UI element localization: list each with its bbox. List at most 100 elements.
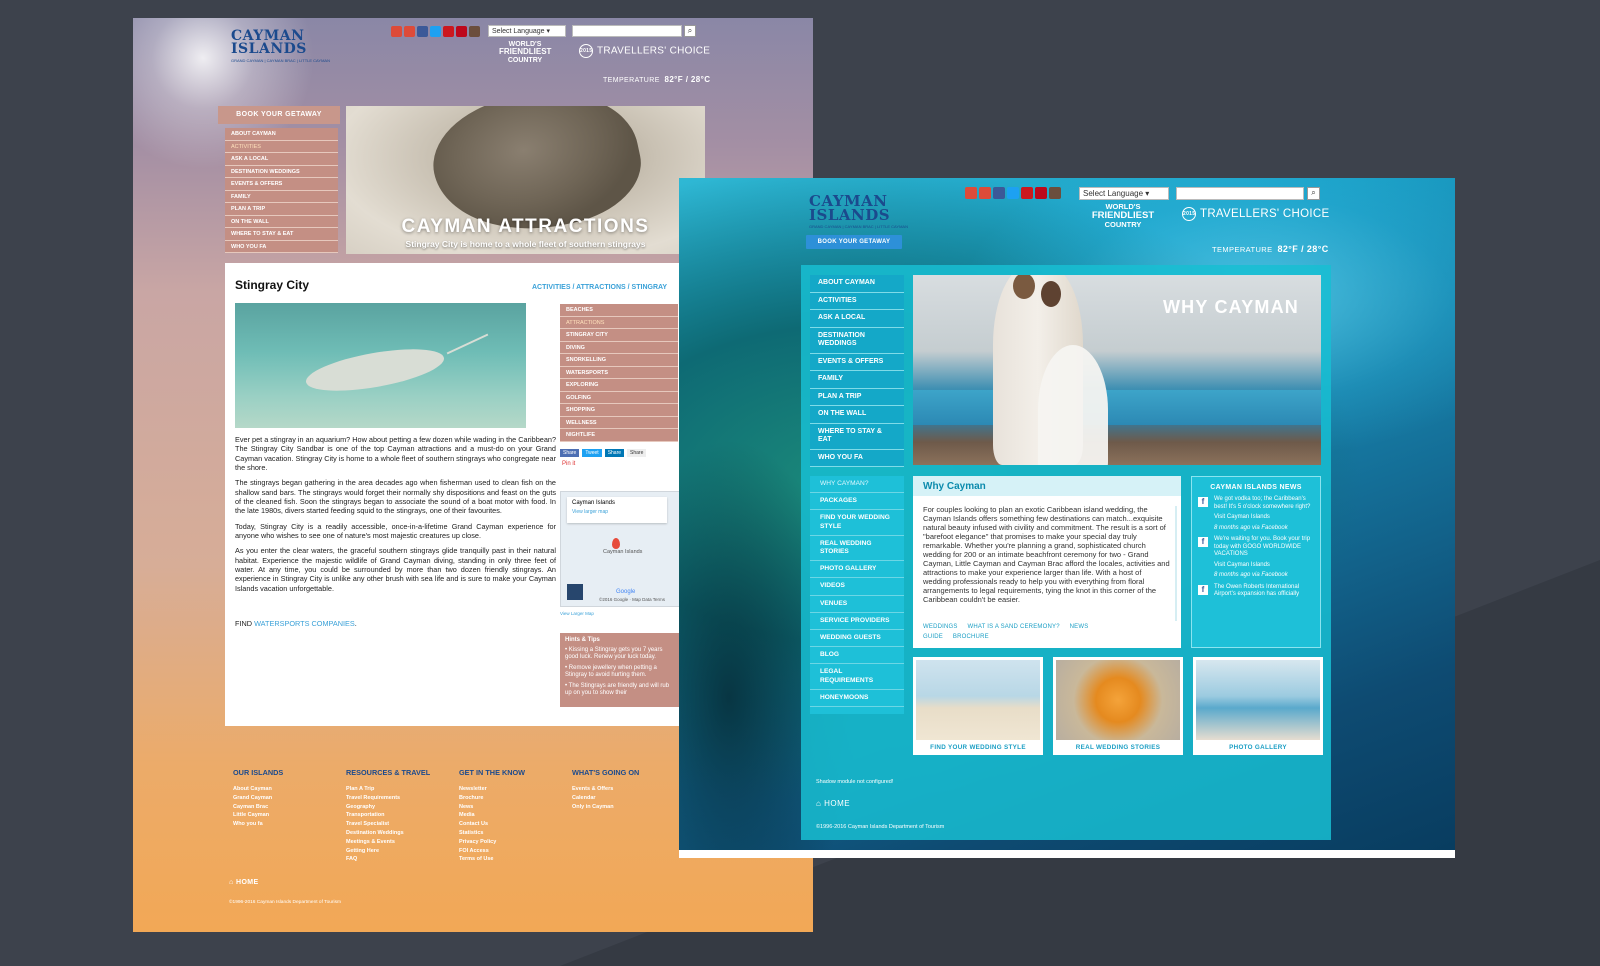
footer-link[interactable]: About Cayman [233,785,313,794]
youtube-icon[interactable] [443,26,454,37]
breadcrumb[interactable]: ACTIVITIES / ATTRACTIONS / STINGRAY [532,284,667,291]
footer-link[interactable]: Privacy Policy [459,838,539,847]
youtube-icon[interactable] [1021,187,1033,199]
twitter-icon[interactable] [1007,187,1019,199]
footer-link[interactable]: FAQ [346,855,426,864]
tile-photo-gallery[interactable]: PHOTO GALLERY [1193,657,1323,755]
nav-about-cayman[interactable]: ABOUT CAYMAN [225,128,338,141]
subnav-real-wedding-stories[interactable]: REAL WEDDING STORIES [810,536,904,562]
nav-events-offers[interactable]: EVENTS & OFFERS [225,178,338,191]
footer-link[interactable]: Terms of Use [459,855,539,864]
nav-where-to-stay-eat[interactable]: WHERE TO STAY & EAT [810,423,904,450]
news-item[interactable]: f We got vodka too; the Caribbean's best… [1192,496,1320,532]
weddings-link[interactable]: WEDDINGS [923,624,958,630]
language-select[interactable]: Select Language ▾ [1079,187,1169,200]
facebook-icon[interactable] [417,26,428,37]
google-icon[interactable] [979,187,991,199]
footer-link[interactable]: Transportation [346,811,426,820]
brochure-link[interactable]: BROCHURE [953,634,989,640]
nav-plan-a-trip[interactable]: PLAN A TRIP [810,388,904,406]
footer-link[interactable]: Plan A Trip [346,785,426,794]
tweet-button[interactable]: Tweet [582,449,602,457]
twitter-icon[interactable] [430,26,441,37]
footer-link[interactable]: News [459,803,539,812]
linkedin-share-button[interactable]: Share [604,449,625,457]
footer-link[interactable]: Meetings & Events [346,838,426,847]
subnav-blog[interactable]: BLOG [810,647,904,665]
tile-real-wedding-stories[interactable]: REAL WEDDING STORIES [1053,657,1183,755]
footer-link[interactable]: Contact Us [459,820,539,829]
google-plus-icon[interactable] [391,26,402,37]
footer-link[interactable]: FOI Access [459,847,539,856]
nav-events-offers[interactable]: EVENTS & OFFERS [810,353,904,371]
home-link[interactable]: ⌂ HOME [229,879,259,886]
search-input[interactable] [572,25,682,37]
cayman-islands-logo[interactable]: CAYMAN ISLANDS GRAND CAYMAN | CAYMAN BRA… [809,194,908,228]
footer-link[interactable]: Geography [346,803,426,812]
footer-link[interactable]: Little Cayman [233,811,313,820]
footer-link[interactable]: Travel Requirements [346,794,426,803]
subnav-legal-requirements[interactable]: LEGAL REQUIREMENTS [810,664,904,690]
news-item[interactable]: f We're waiting for you. Book your trip … [1192,536,1320,580]
subnav-watersports[interactable]: WATERSPORTS [560,366,678,379]
satellite-toggle[interactable] [567,584,583,600]
subnav-diving[interactable]: DIVING [560,341,678,354]
sand-ceremony-link[interactable]: WHAT IS A SAND CEREMONY? [967,624,1059,630]
cayman-islands-logo[interactable]: CAYMAN ISLANDS GRAND CAYMAN | CAYMAN BRA… [231,29,330,62]
subnav-exploring[interactable]: EXPLORING [560,379,678,392]
subnav-shopping[interactable]: SHOPPING [560,404,678,417]
nav-family[interactable]: FAMILY [225,190,338,203]
nav-ask-a-local[interactable]: ASK A LOCAL [810,310,904,328]
instagram-icon[interactable] [1049,187,1061,199]
subnav-photo-gallery[interactable]: PHOTO GALLERY [810,561,904,579]
nav-activities[interactable]: ACTIVITIES [225,140,338,153]
subnav-honeymoons[interactable]: HONEYMOONS [810,690,904,708]
nav-destination-weddings[interactable]: DESTINATION WEDDINGS [225,165,338,178]
view-larger-map-footer-link[interactable]: View Larger Map [560,611,594,616]
google-map[interactable]: Cayman Islands View larger map Cayman Is… [560,491,680,607]
google-icon[interactable] [404,26,415,37]
pinterest-icon[interactable] [1035,187,1047,199]
scrollbar[interactable] [1175,506,1177,621]
nav-on-the-wall[interactable]: ON THE WALL [225,215,338,228]
map-pin-icon[interactable] [612,538,620,549]
nav-activities[interactable]: ACTIVITIES [810,292,904,310]
subnav-wellness[interactable]: WELLNESS [560,416,678,429]
news-item[interactable]: f The Owen Roberts International Airport… [1192,584,1320,599]
pinterest-icon[interactable] [456,26,467,37]
subnav-stingray-city[interactable]: STINGRAY CITY [560,329,678,342]
nav-about-cayman[interactable]: ABOUT CAYMAN [810,275,904,293]
footer-link[interactable]: Statistics [459,829,539,838]
home-link[interactable]: ⌂ HOME [816,799,850,808]
footer-link[interactable]: Getting Here [346,847,426,856]
facebook-share-button[interactable]: Share [560,449,580,457]
search-icon[interactable]: ⌕ [1307,187,1320,200]
subnav-venues[interactable]: VENUES [810,596,904,613]
subnav-service-providers[interactable]: SERVICE PROVIDERS [810,613,904,631]
nav-destination-weddings[interactable]: DESTINATION WEDDINGS [810,327,904,354]
footer-link[interactable]: Cayman Brac [233,803,313,812]
google-share-button[interactable]: Share [627,449,647,457]
subnav-find-your-wedding-style[interactable]: FIND YOUR WEDDING STYLE [810,510,904,536]
nav-plan-a-trip[interactable]: PLAN A TRIP [225,203,338,216]
footer-link[interactable]: Travel Specialist [346,820,426,829]
language-select[interactable]: Select Language ▾ [488,25,566,37]
google-plus-icon[interactable] [965,187,977,199]
nav-who-you-fa[interactable]: WHO YOU FA [225,240,338,253]
news-link[interactable]: NEWS [1070,624,1089,630]
book-your-getaway-button[interactable]: BOOK YOUR GETAWAY [218,106,340,124]
subnav-why-cayman[interactable]: WHY CAYMAN? [810,476,904,494]
subnav-snorkelling[interactable]: SNORKELLING [560,354,678,367]
guide-link[interactable]: GUIDE [923,634,943,640]
footer-link[interactable]: Media [459,811,539,820]
nav-ask-a-local[interactable]: ASK A LOCAL [225,153,338,166]
nav-who-you-fa[interactable]: WHO YOU FA [810,449,904,467]
subnav-attractions[interactable]: ATTRACTIONS [560,316,678,329]
subnav-nightlife[interactable]: NIGHTLIFE [560,429,678,442]
subnav-beaches[interactable]: BEACHES [560,304,678,317]
footer-link[interactable]: Grand Cayman [233,794,313,803]
search-icon[interactable]: ⌕ [684,25,696,37]
subnav-videos[interactable]: VIDEOS [810,578,904,596]
search-input[interactable] [1176,187,1304,200]
book-your-getaway-button[interactable]: BOOK YOUR GETAWAY [806,235,902,249]
